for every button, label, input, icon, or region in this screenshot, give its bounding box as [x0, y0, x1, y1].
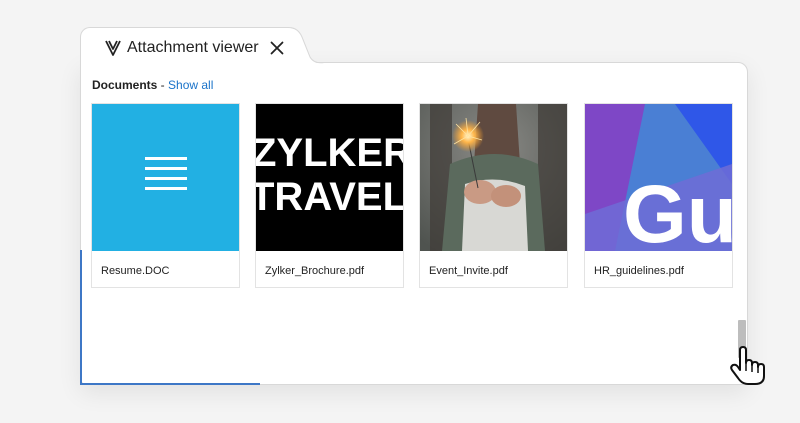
document-name: HR_guidelines.pdf — [594, 265, 684, 277]
document-name: Event_Invite.pdf — [429, 265, 508, 277]
close-icon[interactable] — [269, 40, 285, 56]
attachment-viewer-tab[interactable]: Attachment viewer — [80, 27, 300, 67]
window-title: Attachment viewer — [127, 38, 259, 56]
attachment-panel: Documents - Show all Resume.DOC ZYLKER T… — [80, 62, 748, 385]
document-thumbnail: ZYLKER TRAVEL — [256, 104, 403, 251]
document-thumbnail: Gu — [585, 104, 732, 251]
stage: Attachment viewer Documents - Show all R… — [0, 0, 800, 423]
document-card-invite[interactable]: Event_Invite.pdf — [419, 103, 568, 288]
hand-pointer-icon — [730, 346, 765, 385]
doc-lines-icon — [145, 157, 187, 190]
brochure-cover: ZYLKER TRAVEL — [256, 131, 403, 219]
document-card-hr-guidelines[interactable]: Gu HR_guidelines.pdf — [584, 103, 733, 288]
document-name: Resume.DOC — [101, 265, 170, 277]
tab-tail — [288, 27, 328, 67]
zoho-v-logo-icon — [103, 38, 123, 58]
panel-accent-bottom — [80, 383, 260, 385]
brochure-word-2: TRAVEL — [256, 175, 403, 219]
document-thumbnail — [92, 104, 239, 251]
sparkler-photo — [420, 104, 567, 251]
guidelines-cover: Gu — [585, 104, 732, 251]
panel-accent-left — [80, 250, 82, 385]
document-thumbnail — [420, 104, 567, 251]
document-name: Zylker_Brochure.pdf — [265, 265, 365, 277]
show-all-link[interactable]: Show all — [168, 78, 213, 92]
document-card-brochure[interactable]: ZYLKER TRAVEL Zylker_Brochure.pdf — [255, 103, 404, 288]
header-separator: - — [157, 78, 169, 92]
brochure-word-1: ZYLKER — [256, 131, 403, 175]
documents-header: Documents - Show all — [92, 78, 213, 92]
document-card-resume[interactable]: Resume.DOC — [91, 103, 240, 288]
documents-heading: Documents — [92, 78, 158, 92]
guidelines-word: Gu — [623, 169, 732, 251]
